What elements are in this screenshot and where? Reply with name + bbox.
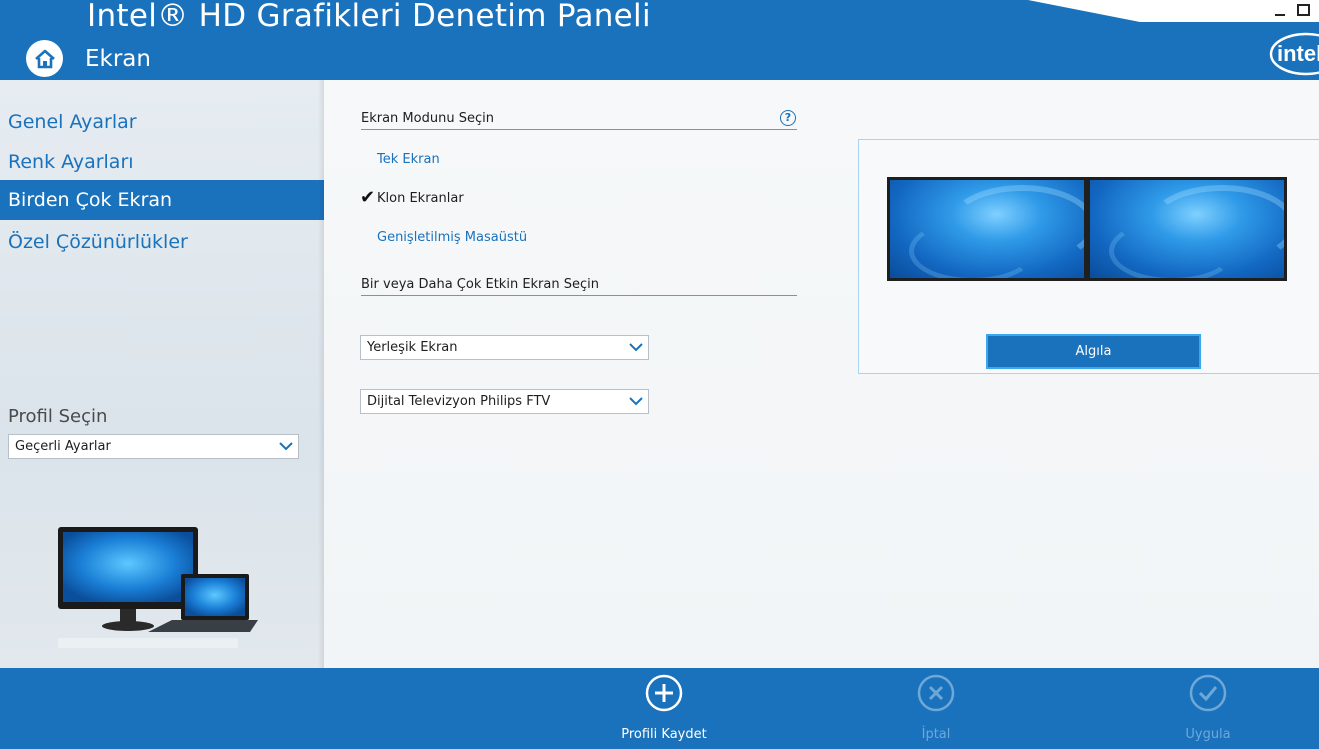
chevron-down-icon — [629, 397, 643, 406]
display-select-1[interactable]: Yerleşik Ekran — [360, 335, 649, 360]
sidebar-item-general-settings[interactable]: Genel Ayarlar — [0, 102, 324, 142]
active-displays-heading: Bir veya Daha Çok Etkin Ekran Seçin — [361, 277, 797, 296]
profile-label: Profil Seçin — [8, 406, 108, 427]
svg-text:intel: intel — [1277, 41, 1319, 66]
check-circle-icon — [1189, 674, 1227, 712]
mode-option-clone-displays[interactable]: Klon Ekranlar — [377, 191, 464, 206]
display-preview: Algıla — [858, 139, 1319, 374]
cancel-label: İptal — [921, 727, 951, 742]
sidebar-item-color-settings[interactable]: Renk Ayarları — [0, 142, 324, 182]
sidebar: Genel Ayarlar Renk Ayarları Birden Çok E… — [0, 80, 324, 668]
section-title: Ekran — [85, 46, 151, 72]
detect-button[interactable]: Algıla — [986, 334, 1201, 369]
display-mode-heading: Ekran Modunu Seçin — [361, 111, 797, 130]
preview-screen-2[interactable] — [1087, 177, 1287, 281]
plus-circle-icon — [645, 674, 683, 712]
sidebar-item-custom-resolutions[interactable]: Özel Çözünürlükler — [0, 222, 324, 262]
display-select-2-value: Dijital Televizyon Philips FTV — [367, 394, 551, 409]
preview-screen-1[interactable] — [887, 177, 1087, 281]
cancel-button[interactable]: İptal — [876, 668, 996, 749]
mode-option-extended-desktop[interactable]: Genişletilmiş Masaüstü — [377, 230, 527, 245]
mode-option-single-display[interactable]: Tek Ekran — [377, 152, 440, 167]
chevron-down-icon — [629, 343, 643, 352]
minimize-button[interactable] — [1274, 3, 1286, 17]
save-profile-label: Profili Kaydet — [621, 727, 707, 742]
intel-logo: intel — [1269, 32, 1319, 76]
header-accent-shape — [1028, 0, 1319, 22]
display-select-2[interactable]: Dijital Televizyon Philips FTV — [360, 389, 649, 414]
save-profile-button[interactable]: Profili Kaydet — [604, 668, 724, 749]
app-title: Intel® HD Grafikleri Denetim Paneli — [87, 0, 651, 34]
maximize-button[interactable] — [1297, 4, 1310, 16]
apply-button[interactable]: Uygula — [1148, 668, 1268, 749]
profile-select[interactable]: Geçerli Ayarlar — [8, 434, 299, 459]
sidebar-item-multiple-displays[interactable]: Birden Çok Ekran — [0, 180, 324, 220]
home-button[interactable] — [26, 40, 63, 77]
close-circle-icon — [917, 674, 955, 712]
devices-illustration — [58, 527, 258, 648]
home-icon — [34, 49, 55, 68]
apply-label: Uygula — [1185, 727, 1231, 742]
app-header: Intel® HD Grafikleri Denetim Paneli Ekra… — [0, 0, 1319, 80]
chevron-down-icon — [279, 442, 293, 451]
footer-bar: Profili Kaydet İptal Uygula — [0, 668, 1319, 749]
checkmark-icon: ✔ — [360, 187, 376, 208]
profile-select-value: Geçerli Ayarlar — [15, 439, 111, 454]
display-select-1-value: Yerleşik Ekran — [367, 340, 458, 355]
help-icon[interactable]: ? — [780, 110, 796, 126]
